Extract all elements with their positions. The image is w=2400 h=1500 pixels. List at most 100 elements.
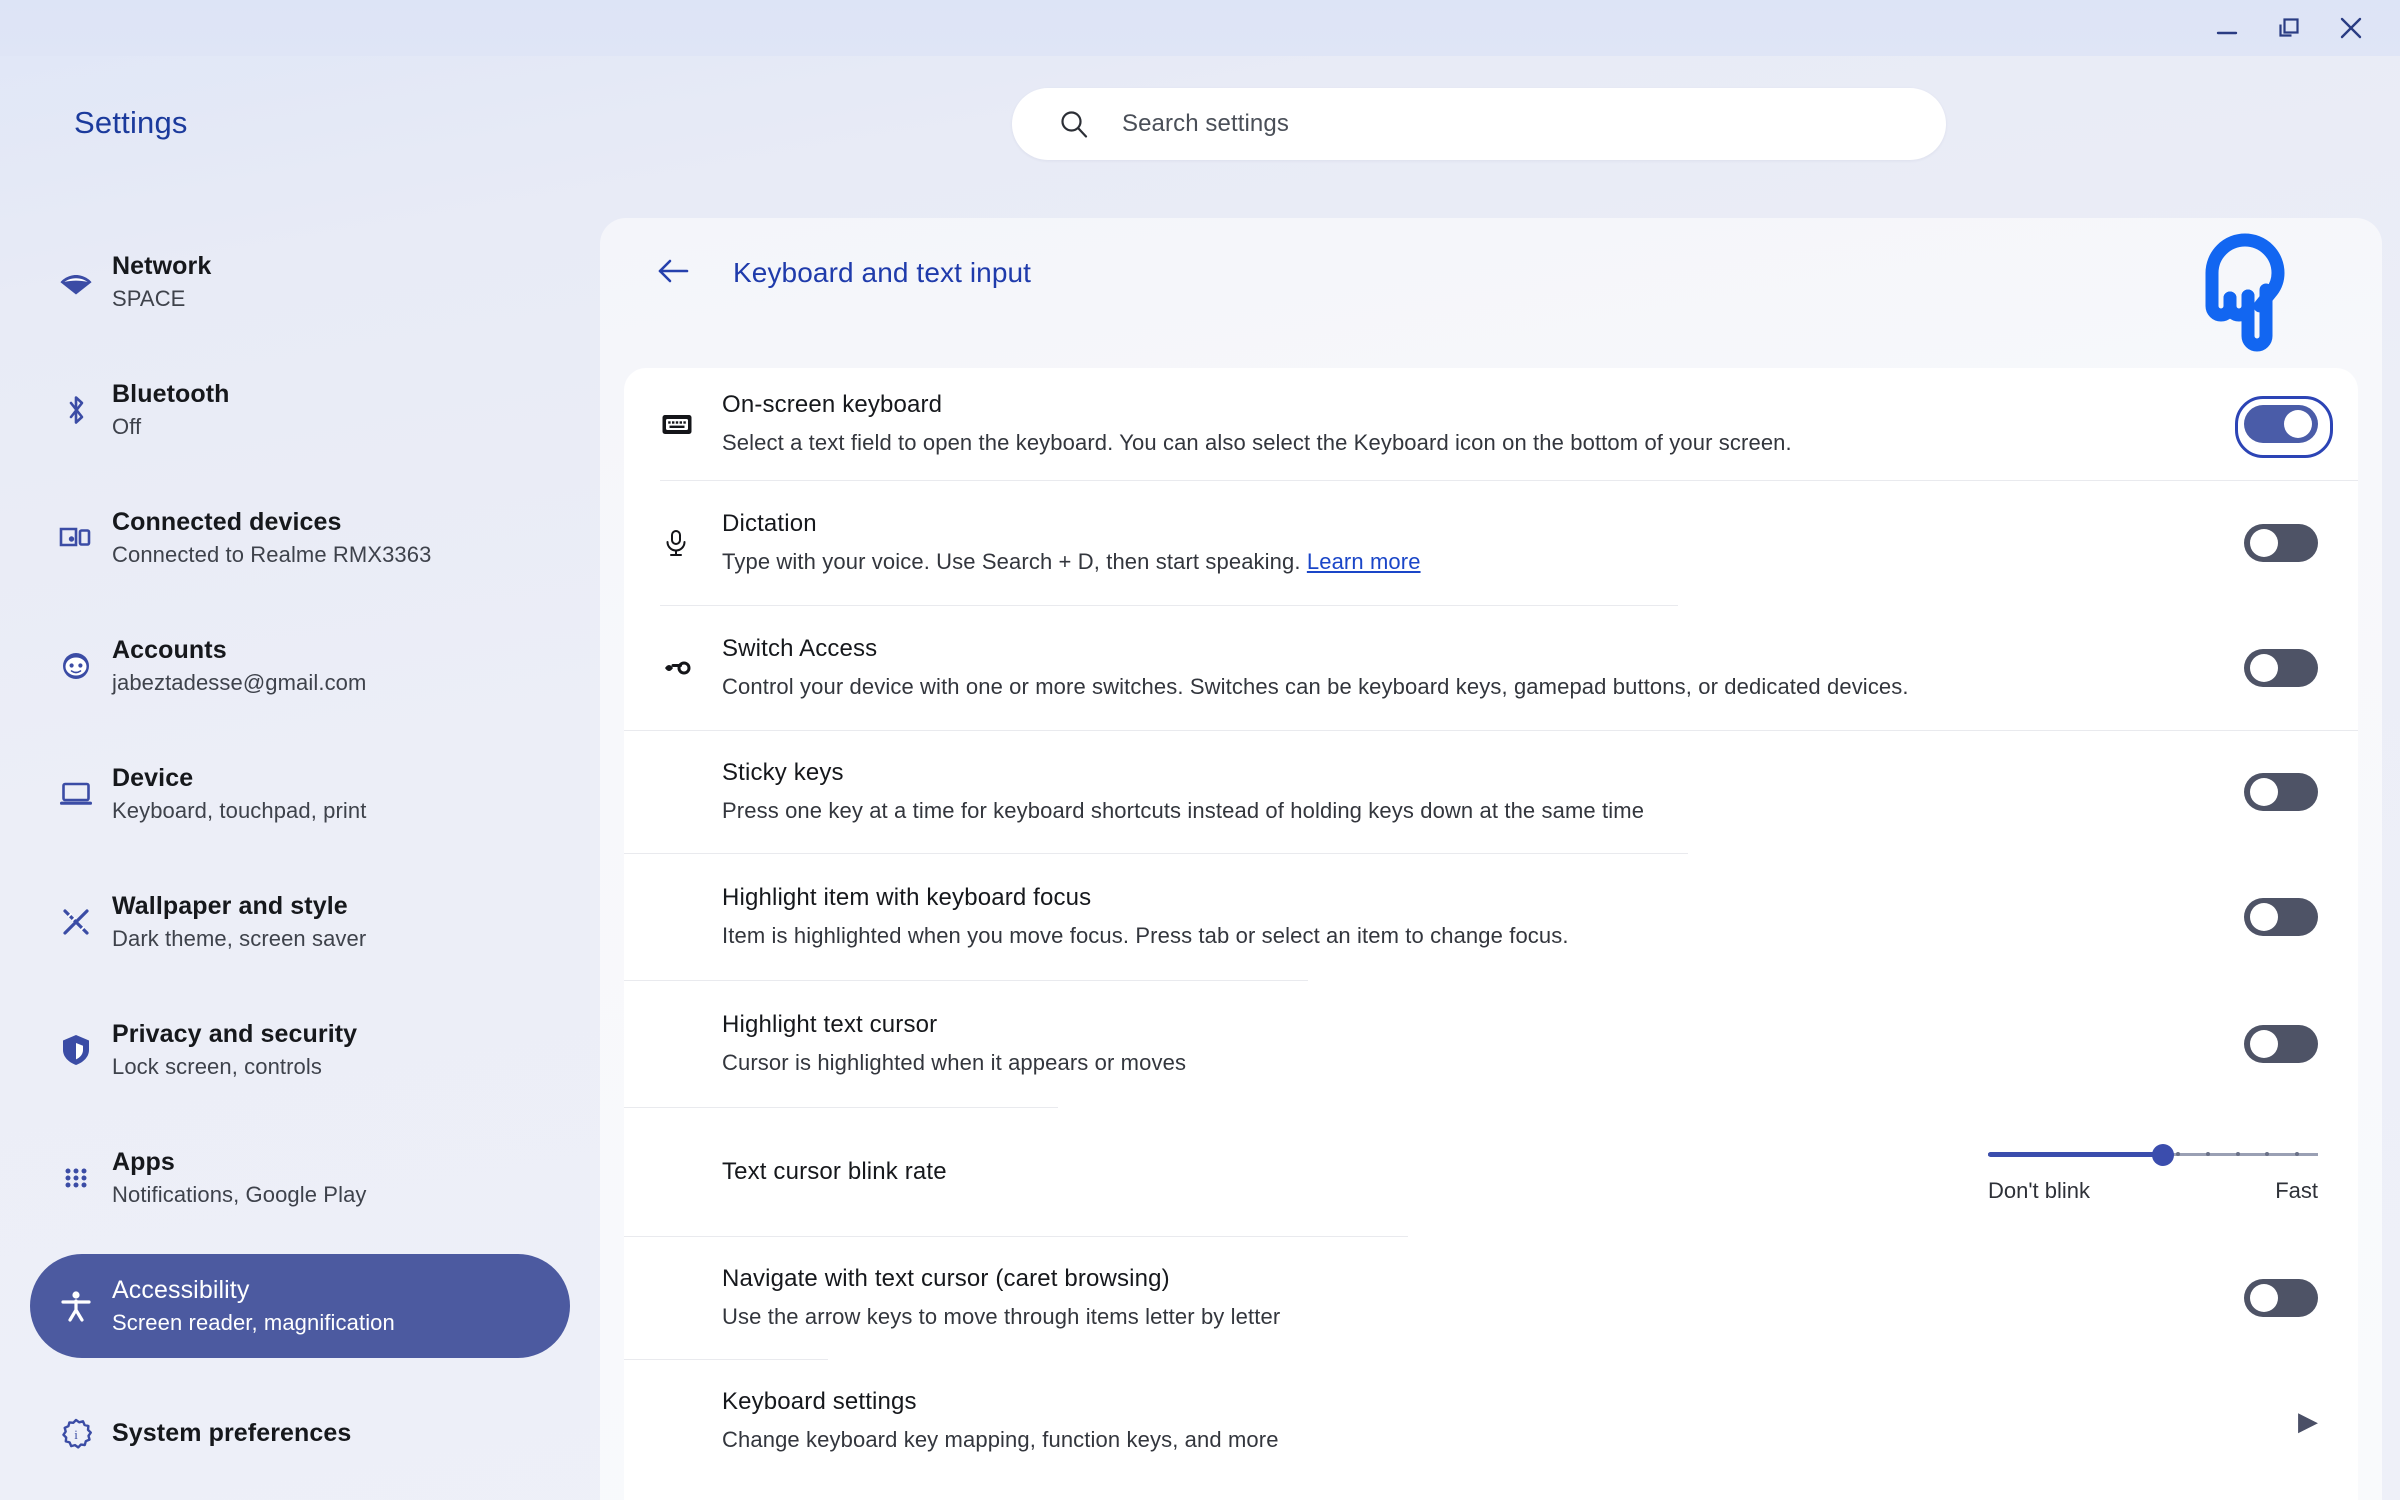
setting-row-sticky-keys[interactable]: Sticky keys Press one key at a time for … [624, 731, 2358, 853]
sidebar-item-sublabel: Notifications, Google Play [112, 1182, 367, 1208]
close-button[interactable] [2320, 0, 2382, 56]
setting-row-highlight-text-cursor[interactable]: Highlight text cursor Cursor is highligh… [624, 981, 2358, 1107]
row-subtitle: Item is highlighted when you move focus.… [722, 923, 1569, 949]
sidebar-item-bluetooth[interactable]: Bluetooth Off [30, 358, 570, 462]
sidebar-item-label: Accessibility [112, 1276, 250, 1305]
sidebar-item-wallpaper-and-style[interactable]: Wallpaper and style Dark theme, screen s… [30, 870, 570, 974]
sidebar-item-device[interactable]: Device Keyboard, touchpad, print [30, 742, 570, 846]
sidebar-item-sublabel: Off [112, 414, 142, 440]
row-title: Sticky keys [722, 758, 844, 786]
search-bar[interactable]: Search settings [1012, 88, 1946, 160]
settings-card: On-screen keyboard Select a text field t… [624, 368, 2358, 1500]
toggle-highlight-text-cursor[interactable] [2244, 1025, 2318, 1063]
apps-grid-icon [56, 1158, 96, 1198]
sidebar-item-connected-devices[interactable]: Connected devices Connected to Realme RM… [30, 486, 570, 590]
slider-max-label: Fast [2275, 1178, 2318, 1203]
slider-thumb[interactable] [2151, 1144, 2174, 1166]
account-icon [56, 646, 96, 686]
sidebar-item-sublabel: Lock screen, controls [112, 1054, 322, 1080]
row-subtitle: Cursor is highlighted when it appears or… [722, 1050, 1187, 1076]
slider-tick [2205, 1152, 2210, 1156]
toggle-knob [2250, 529, 2278, 557]
row-subtitle: Type with your voice. Use Search + D, th… [722, 547, 2220, 578]
toggle-knob [2250, 1284, 2278, 1312]
wifi-icon [56, 262, 96, 302]
toggle-switch-access[interactable] [2244, 649, 2318, 687]
setting-row-switch-access[interactable]: Switch Access Control your device with o… [624, 606, 2358, 730]
slider-track[interactable] [1988, 1144, 2318, 1166]
sidebar-item-sublabel: Connected to Realme RMX3363 [112, 542, 432, 568]
setting-row-caret-browsing[interactable]: Navigate with text cursor (caret browsin… [624, 1237, 2358, 1359]
row-subtitle: Change keyboard key mapping, function ke… [722, 1427, 1279, 1453]
minimize-button[interactable] [2196, 0, 2258, 56]
sidebar-item-label: Privacy and security [112, 1020, 358, 1049]
slider-min-label: Don't blink [1988, 1178, 2091, 1203]
row-title: Highlight text cursor [722, 1010, 938, 1038]
microphone-icon [660, 527, 722, 559]
row-subtitle: Select a text field to open the keyboard… [722, 430, 1792, 456]
toggle-sticky-keys[interactable] [2244, 773, 2318, 811]
row-subtitle: Press one key at a time for keyboard sho… [722, 798, 1645, 824]
sidebar-item-label: Network [112, 252, 212, 281]
accessibility-icon [56, 1286, 96, 1326]
main-panel: Keyboard and text input On-screen keyboa… [600, 218, 2382, 1500]
sidebar-item-accounts[interactable]: Accounts jabeztadesse@gmail.com [30, 614, 570, 718]
toggle-knob [2250, 654, 2278, 682]
sidebar-nav: Network SPACE Bluetooth Off Connected de… [0, 230, 600, 1500]
toggle-dictation[interactable] [2244, 524, 2318, 562]
sidebar-item-label: Wallpaper and style [112, 892, 348, 921]
sidebar-item-label: Connected devices [112, 508, 342, 537]
search-input[interactable]: Search settings [1122, 110, 1289, 138]
svg-text:i: i [74, 1427, 78, 1442]
setting-row-on-screen-keyboard[interactable]: On-screen keyboard Select a text field t… [624, 368, 2358, 480]
row-title: Switch Access [722, 634, 878, 662]
setting-row-keyboard-settings[interactable]: Keyboard settings Change keyboard key ma… [624, 1360, 2358, 1482]
chevron-right-icon[interactable]: ▶ [2298, 1408, 2318, 1434]
setting-row-blink-rate[interactable]: Text cursor blink rate Don't blink Fast [624, 1108, 2358, 1236]
window-titlebar [0, 0, 2400, 56]
slider-tick [2235, 1152, 2240, 1156]
sidebar-item-label: Apps [112, 1148, 175, 1177]
row-title: Dictation [722, 509, 817, 537]
learn-more-link[interactable]: Learn more [1307, 549, 1421, 574]
sidebar-item-label: Device [112, 764, 194, 793]
shield-icon [56, 1030, 96, 1070]
blink-rate-slider[interactable]: Don't blink Fast [1988, 1140, 2318, 1204]
wallpaper-style-icon [56, 902, 96, 942]
row-title: Highlight item with keyboard focus [722, 883, 1092, 911]
sidebar-item-accessibility[interactable]: Accessibility Screen reader, magnificati… [30, 1254, 570, 1358]
sidebar-item-label: Bluetooth [112, 380, 230, 409]
slider-fill [1988, 1152, 2163, 1157]
panel-header: Keyboard and text input [600, 218, 2382, 328]
toggle-on-screen-keyboard[interactable] [2235, 396, 2333, 458]
row-title: On-screen keyboard [722, 390, 943, 418]
minimize-icon [2216, 31, 2238, 35]
sidebar-item-label: System preferences [112, 1418, 352, 1447]
slider-labels: Don't blink Fast [1988, 1178, 2318, 1204]
laptop-icon [56, 774, 96, 814]
sidebar-item-apps[interactable]: Apps Notifications, Google Play [30, 1126, 570, 1230]
toggle-knob [2250, 903, 2278, 931]
setting-row-dictation[interactable]: Dictation Type with your voice. Use Sear… [624, 481, 2358, 605]
sidebar-item-sublabel: SPACE [112, 286, 186, 312]
sidebar-item-system-preferences[interactable]: i System preferences [30, 1382, 570, 1486]
close-icon [2340, 17, 2362, 39]
sidebar-item-sublabel: Dark theme, screen saver [112, 926, 367, 952]
toggle-caret-browsing[interactable] [2244, 1279, 2318, 1317]
sidebar-item-privacy-and-security[interactable]: Privacy and security Lock screen, contro… [30, 998, 570, 1102]
restore-button[interactable] [2258, 0, 2320, 56]
toggle-knob [2250, 778, 2278, 806]
gear-info-icon: i [56, 1414, 96, 1454]
keyboard-icon [660, 407, 722, 441]
sidebar-item-sublabel: Screen reader, magnification [112, 1310, 395, 1336]
search-icon [1061, 111, 1088, 138]
back-arrow-icon[interactable] [655, 252, 693, 295]
toggle-knob [2284, 410, 2312, 438]
row-title: Navigate with text cursor (caret browsin… [722, 1264, 1170, 1292]
sidebar-item-label: Accounts [112, 636, 227, 665]
sidebar-item-network[interactable]: Network SPACE [30, 230, 570, 334]
app-title: Settings [74, 105, 188, 140]
switch-access-icon [660, 651, 722, 685]
toggle-highlight-focus[interactable] [2244, 898, 2318, 936]
setting-row-highlight-focus[interactable]: Highlight item with keyboard focus Item … [624, 854, 2358, 980]
